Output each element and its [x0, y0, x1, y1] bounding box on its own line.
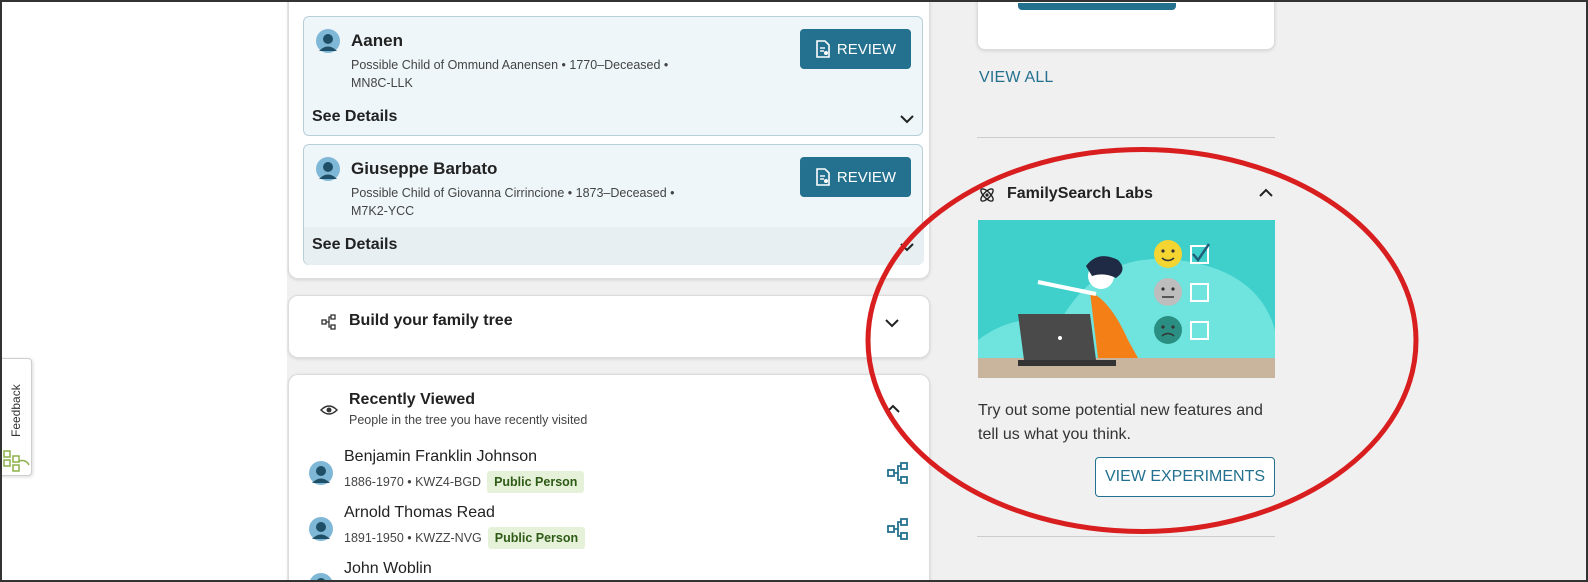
feedback-tree-icon [3, 450, 30, 472]
recently-viewed-subtitle: People in the tree you have recently vis… [349, 413, 588, 427]
person-dates-id: 1886-1970 • KWZ4-BGD [344, 475, 482, 489]
person-avatar-icon [309, 573, 333, 582]
feedback-label: Feedback [9, 384, 23, 438]
task-description: Possible Child of Ommund Aanensen • 1770… [351, 56, 691, 92]
task-person-id: M7K2-YCC [351, 204, 415, 218]
right-top-card-button-edge[interactable] [1018, 3, 1176, 10]
tasks-card: Aanen Possible Child of Ommund Aanensen … [288, 0, 930, 279]
eye-icon [320, 405, 338, 415]
feedback-tab[interactable]: Feedback [0, 358, 32, 476]
task-item: Giuseppe Barbato Possible Child of Giova… [303, 144, 924, 265]
review-document-icon [816, 40, 830, 58]
task-person-id: MN8C-LLK [351, 76, 413, 90]
labs-illustration [978, 220, 1275, 378]
public-person-badge: Public Person [487, 471, 585, 493]
review-label: REVIEW [836, 40, 897, 58]
review-button[interactable]: REVIEW [800, 157, 911, 197]
person-meta-row: 1891-1950 • KWZZ-NVG Public Person [344, 527, 586, 549]
build-tree-title: Build your family tree [349, 312, 513, 329]
task-relationship: Possible Child of Ommund Aanensen • 1770… [351, 58, 669, 72]
review-button[interactable]: REVIEW [800, 29, 911, 69]
review-label: REVIEW [836, 168, 897, 186]
recently-viewed-card: Recently Viewed People in the tree you h… [288, 374, 930, 582]
task-person-name[interactable]: Giuseppe Barbato [351, 159, 497, 179]
person-avatar-icon [309, 461, 333, 485]
see-details-toggle[interactable]: See Details [312, 236, 397, 254]
labs-title: FamilySearch Labs [1007, 185, 1153, 202]
divider [977, 536, 1275, 537]
person-avatar-icon [316, 29, 340, 53]
chevron-down-icon[interactable] [900, 242, 914, 252]
person-meta-row: 1886-1970 • KWZ4-BGD Public Person [344, 471, 585, 493]
chevron-up-icon[interactable] [886, 404, 900, 414]
chevron-down-icon[interactable] [885, 318, 899, 328]
task-item: Aanen Possible Child of Ommund Aanensen … [303, 16, 923, 136]
right-top-card [977, 0, 1275, 50]
tree-icon [321, 314, 336, 330]
person-name[interactable]: Arnold Thomas Read [344, 504, 495, 522]
see-details-toggle[interactable]: See Details [312, 108, 397, 126]
view-all-link[interactable]: VIEW ALL [979, 69, 1054, 87]
labs-description: Try out some potential new features and … [978, 402, 1263, 443]
divider [977, 137, 1275, 138]
task-relationship: Possible Child of Giovanna Cirrincione •… [351, 186, 675, 200]
chevron-down-icon[interactable] [900, 114, 914, 124]
review-document-icon [816, 168, 830, 186]
task-person-name[interactable]: Aanen [351, 31, 403, 51]
person-name[interactable]: John Woblin [344, 560, 432, 578]
person-name[interactable]: Benjamin Franklin Johnson [344, 448, 537, 466]
recently-viewed-title: Recently Viewed [349, 391, 475, 408]
person-dates-id: 1891-1950 • KWZZ-NVG [344, 531, 482, 545]
build-tree-card[interactable]: Build your family tree [288, 295, 930, 358]
family-tree-icon[interactable] [887, 518, 909, 540]
labs-atom-icon [980, 188, 994, 202]
view-experiments-button[interactable]: VIEW EXPERIMENTS [1095, 457, 1275, 497]
person-avatar-icon [316, 157, 340, 181]
public-person-badge: Public Person [487, 527, 586, 549]
task-description: Possible Child of Giovanna Cirrincione •… [351, 184, 691, 220]
person-avatar-icon [309, 517, 333, 541]
left-white-area [2, 0, 287, 582]
chevron-up-icon[interactable] [1259, 188, 1273, 198]
family-tree-icon[interactable] [887, 462, 909, 484]
